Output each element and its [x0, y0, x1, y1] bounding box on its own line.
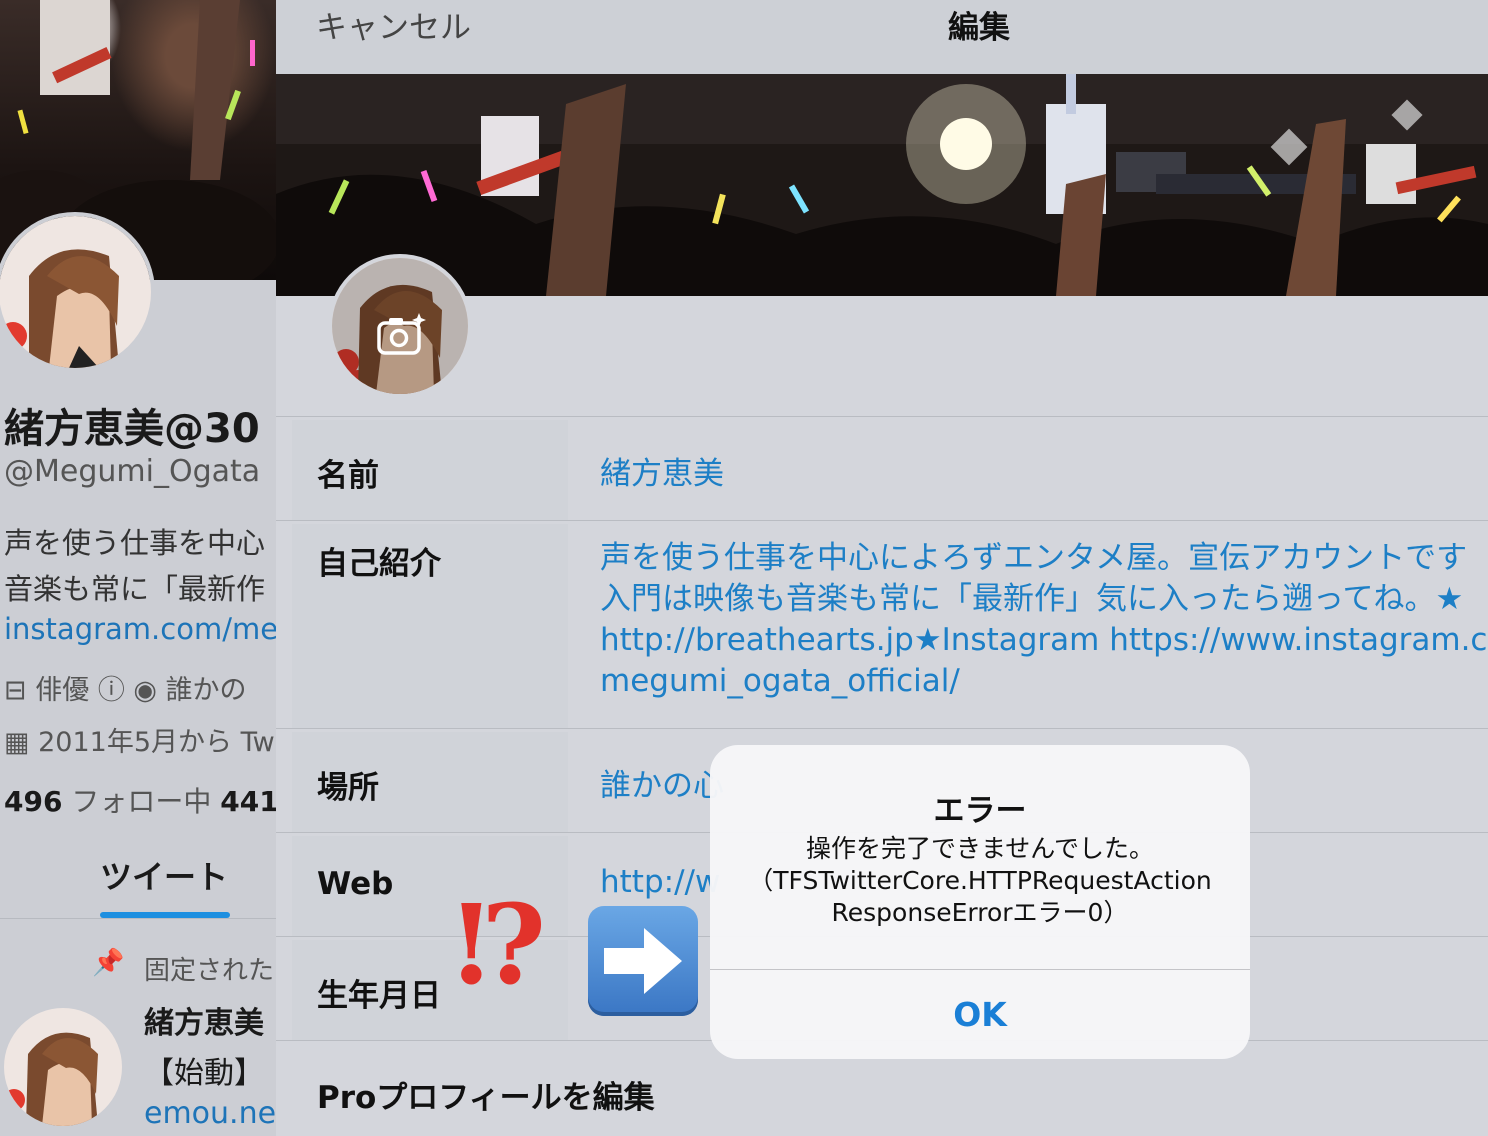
cancel-button[interactable]: キャンセル: [316, 2, 471, 47]
pin-icon: 📌: [92, 948, 125, 978]
profile-follow-counts: 496 フォロー中 441: [4, 780, 276, 820]
avatar-editor[interactable]: [328, 254, 472, 398]
alert-title: エラー: [933, 793, 1027, 829]
profile-display-name: 緒方恵美@30: [4, 406, 260, 452]
location-pin-icon: ◉: [133, 675, 157, 706]
name-label: 名前: [317, 458, 379, 494]
briefcase-icon: ⊟: [4, 675, 27, 706]
bio-field[interactable]: 声を使う仕事を中心によろずエンタメ屋。宣伝アカウントです 入門は映像も音楽も常に…: [600, 538, 1488, 702]
followers-count[interactable]: 441: [220, 785, 276, 818]
right-arrow-icon: [588, 906, 698, 1016]
camera-add-icon[interactable]: [377, 313, 427, 355]
tweet-avatar[interactable]: [4, 1008, 122, 1126]
profile-meta-row: ⊟ 俳優 ⓘ ◉ 誰かの: [4, 668, 247, 707]
name-field[interactable]: 緒方恵美: [600, 448, 724, 493]
tweet-author: 緒方恵美: [144, 1006, 264, 1041]
calendar-icon: ▦: [4, 727, 30, 758]
header-image-editor[interactable]: [276, 74, 1488, 296]
ok-button[interactable]: OK: [710, 970, 1250, 1059]
profile-joined: 2011年5月から Tw: [38, 727, 275, 758]
page-title: 編集: [948, 10, 1010, 46]
info-icon[interactable]: ⓘ: [98, 675, 125, 706]
divider: [276, 728, 1488, 729]
web-field[interactable]: http://w: [600, 864, 720, 900]
tweet-text: 【始動】: [144, 1056, 264, 1091]
following-count[interactable]: 496: [4, 785, 62, 818]
location-field[interactable]: 誰かの心: [600, 760, 724, 805]
profile-handle: @Megumi_Ogata: [4, 454, 261, 489]
pinned-label: 固定された: [144, 956, 275, 986]
divider: [276, 520, 1488, 521]
profile-avatar: [0, 212, 155, 372]
divider: [276, 416, 1488, 417]
navigation-bar: キャンセル 編集: [276, 0, 1488, 74]
birthday-label: 生年月日: [317, 978, 441, 1014]
bio-label: 自己紹介: [317, 546, 441, 582]
profile-joined-row: ▦ 2011年5月から Tw: [4, 720, 275, 759]
following-label[interactable]: フォロー中: [71, 785, 211, 818]
divider: [0, 918, 276, 919]
edit-pro-profile-button[interactable]: Proプロフィールを編集: [317, 1072, 655, 1117]
profile-location: 誰かの: [165, 675, 247, 706]
location-label: 場所: [317, 770, 379, 806]
concert-banner-photo: [276, 74, 1488, 296]
tab-tweets[interactable]: ツイート: [100, 852, 228, 898]
exclamation-question-icon: ⁉: [454, 880, 548, 1009]
background-profile: 緒方恵美@30 @Megumi_Ogata 声を使う仕事を中心 音楽も常に「最新…: [0, 0, 276, 1136]
error-alert-dialog: エラー 操作を完了できませんでした。 （TFSTwitterCore.HTTPR…: [710, 745, 1250, 1059]
web-label: Web: [317, 866, 394, 902]
profile-bio: 声を使う仕事を中心 音楽も常に「最新作: [4, 526, 266, 606]
profile-job: 俳優: [35, 675, 90, 706]
tweet-link[interactable]: emou.ne: [144, 1096, 276, 1131]
profile-link[interactable]: instagram.com/me: [4, 612, 276, 646]
alert-message: 操作を完了できませんでした。 （TFSTwitterCore.HTTPReque…: [748, 834, 1212, 927]
